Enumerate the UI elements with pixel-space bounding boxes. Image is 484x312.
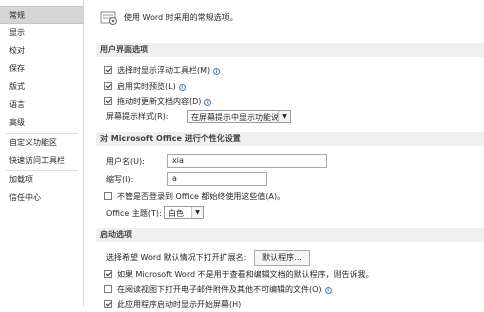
reading-view-label: 在阅读视图下打开电子邮件附件及其他不可编辑的文件(O) — [117, 285, 322, 294]
chevron-down-icon: ▼ — [278, 111, 290, 122]
office-theme-label: Office 主题(T): — [106, 209, 162, 218]
live-preview-option[interactable]: 启用实时预览(L) i — [104, 80, 186, 94]
sidebar-item-advanced[interactable]: 高级 — [0, 114, 83, 132]
start-screen-label: 此应用程序启动时显示开始屏幕(H) — [117, 300, 242, 309]
sidebar-item-save[interactable]: 保存 — [0, 60, 83, 78]
reading-view-option[interactable]: 在阅读视图下打开电子邮件附件及其他不可编辑的文件(O) i — [104, 283, 332, 297]
tell-me-default-option[interactable]: 如果 Microsoft Word 不是用于查看和编辑文档的默认程序，则告诉我。 — [104, 268, 374, 282]
info-icon: i — [213, 68, 221, 75]
office-theme-select[interactable]: 白色 ▼ — [164, 206, 204, 219]
sidebar-item-customize-ribbon[interactable]: 自定义功能区 — [0, 134, 83, 152]
chevron-down-icon: ▼ — [191, 207, 203, 218]
info-icon: i — [324, 287, 332, 294]
initials-label: 缩写(I): — [106, 175, 134, 184]
live-preview-checkbox[interactable] — [104, 82, 112, 90]
default-programs-button[interactable]: 默认程序... — [254, 250, 310, 266]
sidebar-item-typography[interactable]: 版式 — [0, 78, 83, 96]
always-use-values-option[interactable]: 不管是否登录到 Office 都始终使用这些值(A)。 — [104, 190, 285, 204]
screentip-style-label: 屏幕提示样式(R): — [106, 112, 169, 121]
screentip-style-select[interactable]: 在屏幕提示中显示功能说明 ▼ — [187, 110, 291, 123]
section-startup: 启动选项 — [96, 228, 484, 242]
info-icon: i — [178, 84, 186, 91]
options-main-panel: 使用 Word 时采用的常规选项。 用户界面选项 选择时显示浮动工具栏(M) i … — [84, 0, 484, 309]
sidebar-item-general[interactable]: 常规 — [0, 6, 83, 24]
always-use-values-checkbox[interactable] — [104, 192, 112, 200]
info-icon: i — [204, 99, 212, 106]
sidebar-item-language[interactable]: 语言 — [0, 96, 83, 114]
mini-toolbar-checkbox[interactable] — [104, 66, 112, 74]
sidebar-item-addins[interactable]: 加载项 — [0, 171, 83, 189]
mini-toolbar-label: 选择时显示浮动工具栏(M) — [117, 66, 211, 75]
mini-toolbar-option[interactable]: 选择时显示浮动工具栏(M) i — [104, 64, 221, 78]
username-label: 用户名(U): — [106, 157, 145, 166]
reading-view-checkbox[interactable] — [104, 285, 112, 293]
start-screen-checkbox[interactable] — [104, 300, 112, 308]
live-preview-label: 启用实时预览(L) — [117, 82, 176, 91]
update-on-drag-checkbox[interactable] — [104, 97, 112, 105]
start-screen-option[interactable]: 此应用程序启动时显示开始屏幕(H) — [104, 298, 241, 312]
tell-me-default-label: 如果 Microsoft Word 不是用于查看和编辑文档的默认程序，则告诉我。 — [117, 270, 374, 279]
screentip-style-value: 在屏幕提示中显示功能说明 — [191, 113, 287, 122]
sidebar-item-trust-center[interactable]: 信任中心 — [0, 189, 83, 207]
general-options-icon — [100, 11, 118, 26]
options-sidebar: 常规 显示 校对 保存 版式 语言 高级 自定义功能区 快速访问工具栏 加载项 … — [0, 0, 84, 306]
tell-me-default-checkbox[interactable] — [104, 270, 112, 278]
office-theme-value: 白色 — [168, 209, 184, 218]
update-on-drag-option[interactable]: 拖动时更新文档内容(D) i — [104, 95, 212, 109]
initials-field[interactable]: a — [167, 172, 267, 186]
sidebar-item-quick-access-toolbar[interactable]: 快速访问工具栏 — [0, 152, 83, 170]
section-ui-options: 用户界面选项 — [96, 43, 484, 57]
always-use-values-label: 不管是否登录到 Office 都始终使用这些值(A)。 — [117, 192, 286, 201]
intro-text: 使用 Word 时采用的常规选项。 — [124, 13, 238, 22]
section-personalize: 对 Microsoft Office 进行个性化设置 — [96, 132, 484, 146]
username-field[interactable]: xia — [167, 154, 327, 168]
update-on-drag-label: 拖动时更新文档内容(D) — [117, 97, 202, 106]
sidebar-item-proofing[interactable]: 校对 — [0, 42, 83, 60]
default-extensions-label: 选择希望 Word 默认情况下打开扩展名: — [106, 253, 247, 262]
sidebar-item-display[interactable]: 显示 — [0, 24, 83, 42]
